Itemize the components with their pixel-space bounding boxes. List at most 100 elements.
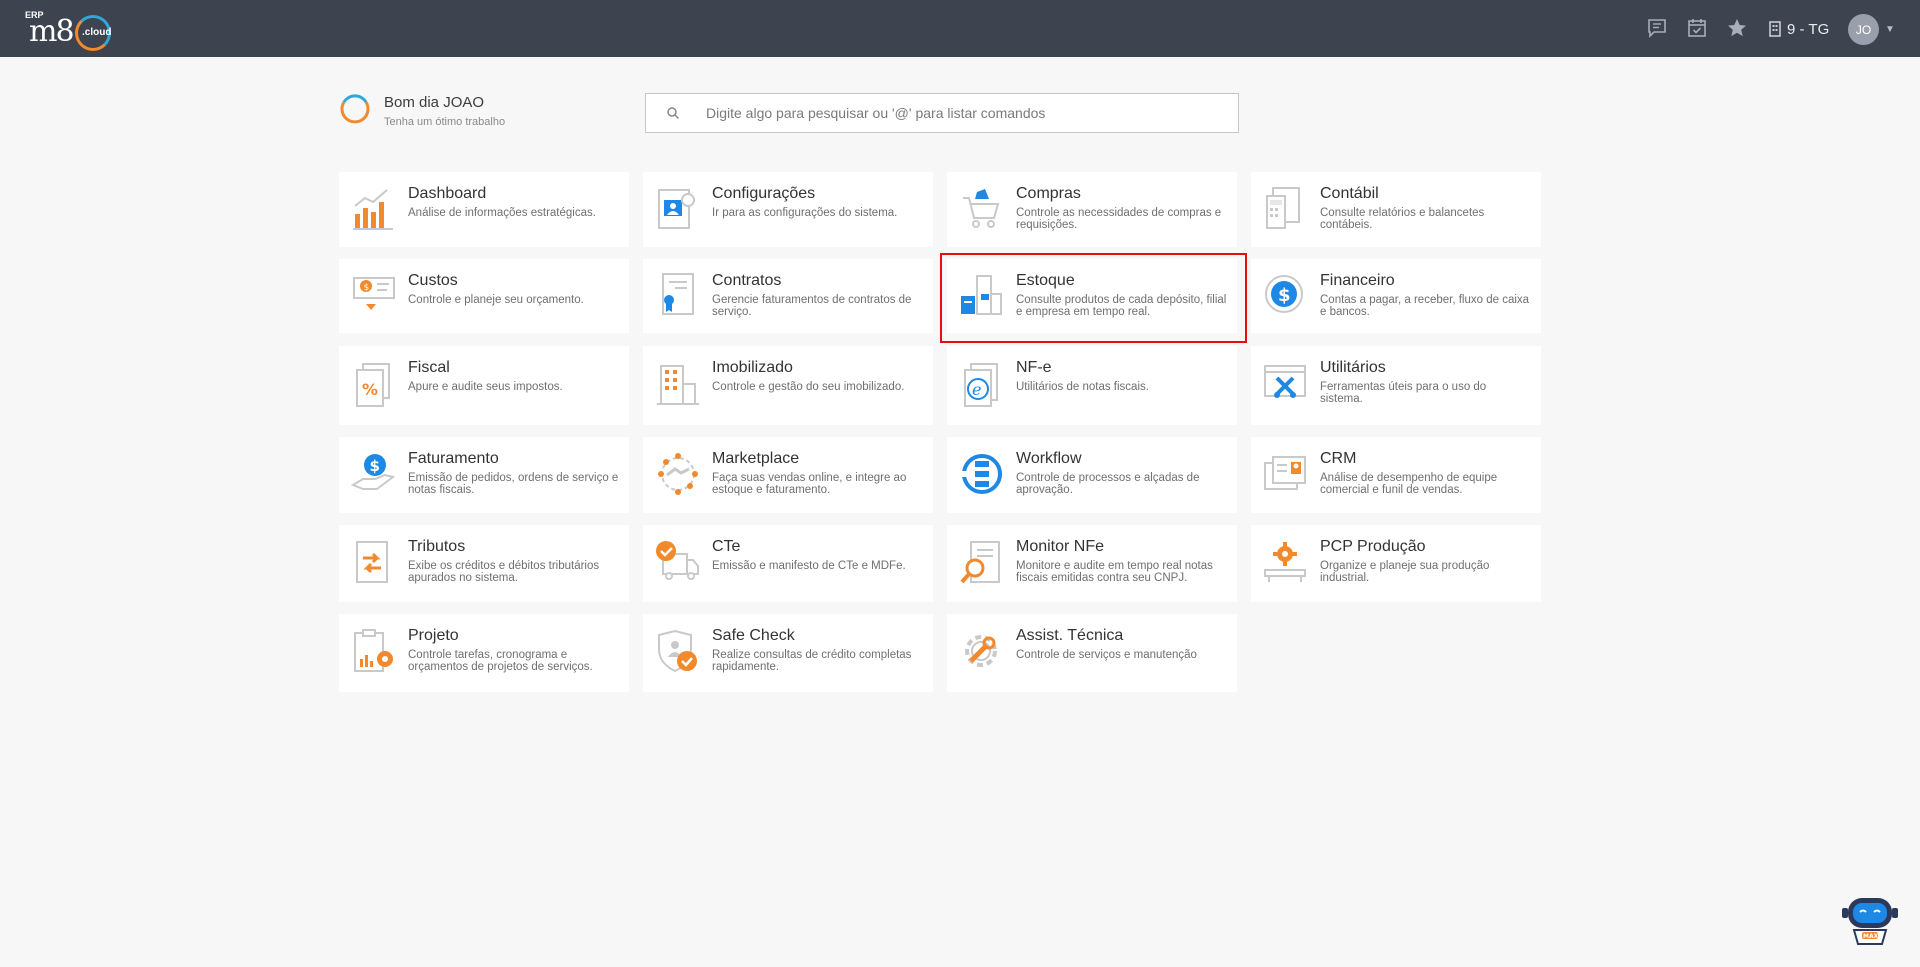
- project-clipboard-icon: [354, 629, 393, 672]
- svg-text:$: $: [370, 457, 380, 475]
- module-card-workflow[interactable]: Workflow Controle de processos e alçadas…: [947, 437, 1237, 513]
- svg-text:$: $: [1278, 285, 1291, 306]
- greeting-block: Bom dia JOAO Tenha um ótimo trabalho: [338, 92, 568, 132]
- workflow-cycle-icon: [962, 454, 1002, 494]
- module-description: Monitore e audite em tempo real notas fi…: [1016, 560, 1213, 584]
- module-description: Consulte relatórios e balancetes contábe…: [1320, 207, 1485, 231]
- module-card-tributos[interactable]: Tributos Exibe os créditos e débitos tri…: [339, 525, 629, 602]
- shield-check-icon: [658, 629, 697, 673]
- module-description: Ferramentas úteis para o uso do sistema.: [1320, 381, 1487, 405]
- building-icon: [1769, 21, 1781, 37]
- calendar-icon[interactable]: [1686, 17, 1708, 39]
- module-description: Exibe os créditos e débitos tributários …: [408, 560, 600, 584]
- module-title: Imobilizado: [712, 359, 793, 376]
- costs-money-icon: $: [353, 277, 395, 310]
- module-card-configuracoes[interactable]: Configurações Ir para as configurações d…: [643, 172, 933, 247]
- chat-icon[interactable]: [1646, 17, 1668, 39]
- module-card-nfe[interactable]: e NF-e Utilitários de notas fiscais.: [947, 346, 1237, 425]
- company-selector[interactable]: 9 - TG: [1768, 18, 1829, 40]
- module-title: Estoque: [1016, 272, 1075, 289]
- module-card-financeiro[interactable]: $ Financeiro Contas a pagar, a receber, …: [1251, 259, 1541, 333]
- module-title: Financeiro: [1320, 272, 1395, 289]
- module-description: Apure e audite seus impostos.: [408, 381, 563, 393]
- module-title: Compras: [1016, 185, 1081, 202]
- module-card-estoque[interactable]: Estoque Consulte produtos de cada depósi…: [947, 259, 1237, 333]
- module-card-safe-check[interactable]: Safe Check Realize consultas de crédito …: [643, 614, 933, 692]
- module-title: Contratos: [712, 272, 782, 289]
- module-card-faturamento[interactable]: $ Faturamento Emissão de pedidos, ordens…: [339, 437, 629, 513]
- module-description: Contas a pagar, a receber, fluxo de caix…: [1320, 294, 1530, 318]
- user-initials: JO: [1855, 22, 1872, 37]
- module-description: Faça suas vendas online, e integre ao es…: [712, 472, 907, 496]
- search-input[interactable]: [706, 102, 1226, 124]
- module-card-assist-tecnica[interactable]: Assist. Técnica Controle de serviços e m…: [947, 614, 1237, 692]
- tributes-exchange-icon: [356, 541, 388, 583]
- production-gear-icon: [1264, 542, 1306, 582]
- module-title: Custos: [408, 272, 458, 289]
- user-avatar[interactable]: JO: [1848, 14, 1879, 45]
- logo-cloud-text: .cloud: [82, 27, 112, 38]
- module-card-fiscal[interactable]: % Fiscal Apure e audite seus impostos.: [339, 346, 629, 425]
- company-label: 9 - TG: [1787, 20, 1830, 38]
- max-assistant-bot-icon[interactable]: MAX: [1840, 890, 1900, 950]
- module-description: Realize consultas de crédito completas r…: [712, 649, 912, 673]
- module-card-dashboard[interactable]: Dashboard Análise de informações estraté…: [339, 172, 629, 247]
- module-card-utilitarios[interactable]: Utilitários Ferramentas úteis para o uso…: [1251, 346, 1541, 425]
- module-card-crm[interactable]: CRM Análise de desempenho de equipe come…: [1251, 437, 1541, 513]
- module-card-cte[interactable]: CTe Emissão e manifesto de CTe e MDFe.: [643, 525, 933, 602]
- bot-label: MAX: [1863, 933, 1879, 940]
- greeting-title: Bom dia JOAO: [384, 94, 485, 111]
- warehouse-boxes-icon: [961, 275, 1002, 315]
- module-description: Controle tarefas, cronograma e orçamento…: [408, 649, 593, 673]
- chevron-down-icon[interactable]: ▼: [1885, 24, 1895, 35]
- module-title: Assist. Técnica: [1016, 627, 1124, 644]
- contract-document-icon: [662, 273, 694, 315]
- module-title: PCP Produção: [1320, 538, 1426, 555]
- module-description: Emissão e manifesto de CTe e MDFe.: [712, 560, 906, 572]
- module-card-custos[interactable]: $ Custos Controle e planeje seu orçament…: [339, 259, 629, 333]
- module-title: Marketplace: [712, 450, 800, 467]
- accounting-calculator-icon: [1266, 187, 1300, 229]
- module-title: Faturamento: [408, 450, 499, 467]
- module-title: Workflow: [1016, 450, 1082, 467]
- module-card-monitor-nfe[interactable]: Monitor NFe Monitore e audite em tempo r…: [947, 525, 1237, 602]
- m8-swirl-logo-icon: [340, 94, 370, 124]
- module-card-contratos[interactable]: Contratos Gerencie faturamentos de contr…: [643, 259, 933, 333]
- billing-hand-dollar-icon: $: [351, 454, 396, 490]
- module-title: Fiscal: [408, 359, 450, 376]
- module-title: Dashboard: [408, 185, 487, 202]
- module-card-imobilizado[interactable]: Imobilizado Controle e gestão do seu imo…: [643, 346, 933, 425]
- logo-m8-text: m8: [29, 14, 75, 49]
- module-description: Ir para as configurações do sistema.: [712, 207, 898, 219]
- building-asset-icon: [657, 365, 699, 405]
- settings-profile-icon: [658, 189, 695, 229]
- module-card-pcp-producao[interactable]: PCP Produção Organize e planeje sua prod…: [1251, 525, 1541, 602]
- marketplace-handshake-icon: [658, 453, 698, 495]
- module-title: Projeto: [408, 627, 459, 644]
- module-description: Utilitários de notas fiscais.: [1016, 381, 1149, 393]
- svg-text:$: $: [364, 283, 370, 293]
- search-box[interactable]: [645, 93, 1239, 133]
- module-title: Tributos: [408, 538, 466, 555]
- tax-percent-icon: %: [356, 363, 390, 407]
- module-description: Análise de informações estratégicas.: [408, 207, 596, 219]
- module-title: Contábil: [1320, 185, 1379, 202]
- svg-text:e: e: [972, 380, 981, 399]
- svg-text:%: %: [362, 380, 378, 399]
- module-card-compras[interactable]: Compras Controle as necessidades de comp…: [947, 172, 1237, 247]
- module-title: CRM: [1320, 450, 1357, 467]
- greeting-subtitle: Tenha um ótimo trabalho: [384, 116, 506, 128]
- module-description: Análise de desempenho de equipe comercia…: [1320, 472, 1498, 496]
- search-icon: [667, 107, 680, 120]
- module-description: Controle e gestão do seu imobilizado.: [712, 381, 905, 393]
- module-card-projeto[interactable]: Projeto Controle tarefas, cronograma e o…: [339, 614, 629, 692]
- module-title: Configurações: [712, 185, 816, 202]
- module-card-marketplace[interactable]: Marketplace Faça suas vendas online, e i…: [643, 437, 933, 513]
- module-title: Safe Check: [712, 627, 795, 644]
- module-card-contabil[interactable]: Contábil Consulte relatórios e balancete…: [1251, 172, 1541, 247]
- crm-contact-card-icon: [1264, 456, 1306, 490]
- star-icon[interactable]: [1726, 17, 1748, 39]
- m8-cloud-logo[interactable]: ERP m8 .cloud: [25, 10, 117, 51]
- module-title: Utilitários: [1320, 359, 1386, 376]
- module-description: Consulte produtos de cada depósito, fili…: [1016, 294, 1227, 318]
